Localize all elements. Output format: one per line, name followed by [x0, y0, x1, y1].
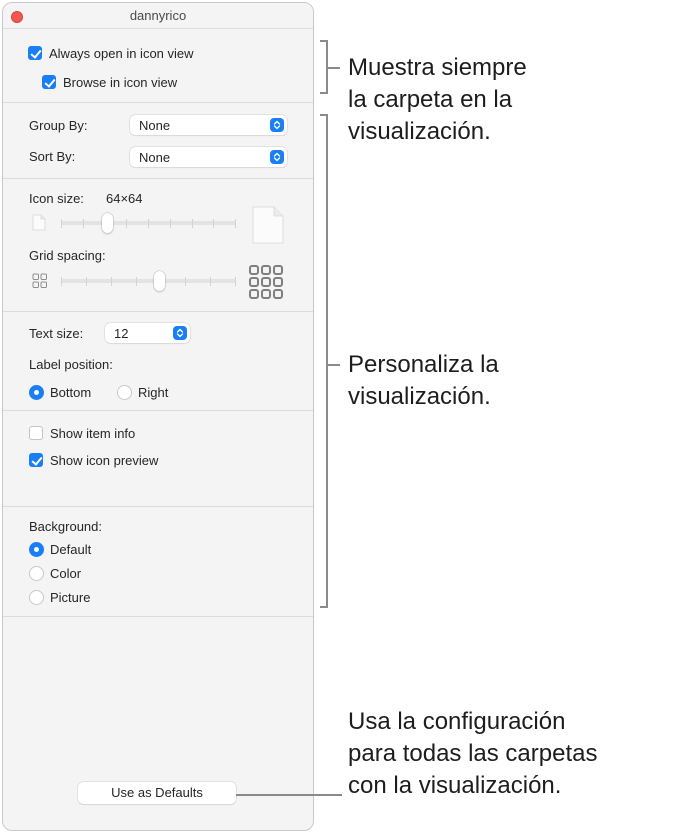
slider-tick — [170, 219, 171, 228]
divider — [3, 616, 313, 617]
window-title: dannyrico — [129, 8, 187, 23]
grid-spacing-slider[interactable] — [61, 271, 236, 291]
slider-tick — [83, 219, 84, 228]
divider — [3, 410, 313, 411]
browse-icon-view-label: Browse in icon view — [63, 75, 178, 90]
use-as-defaults-button[interactable]: Use as Defaults — [78, 782, 236, 804]
divider — [3, 311, 313, 312]
picture-background-radio[interactable] — [29, 590, 44, 605]
bracket-top-pointer — [326, 67, 340, 69]
divider — [3, 178, 313, 179]
slider-tick — [148, 219, 149, 228]
slider-tick — [111, 277, 112, 286]
callout-always-open: Muestra siempre la carpeta en la visuali… — [348, 54, 527, 145]
slider-tick — [235, 277, 236, 286]
bracket-middle-vertical — [326, 114, 328, 608]
sort-by-value: None — [139, 150, 171, 165]
large-document-icon — [252, 206, 284, 244]
small-document-icon — [32, 214, 46, 231]
browse-icon-view-checkbox[interactable] — [42, 75, 56, 89]
right-radio[interactable] — [117, 385, 132, 400]
bracket-top-cap — [320, 92, 328, 94]
callout-customize: Personaliza la visualización. — [348, 351, 499, 410]
slider-tick — [136, 277, 137, 286]
bottom-callout-line — [236, 794, 342, 796]
text-size-value: 12 — [114, 326, 129, 341]
divider — [3, 102, 313, 103]
bracket-middle-cap — [320, 606, 328, 608]
show-icon-preview-label: Show icon preview — [50, 453, 159, 468]
picture-background-label: Picture — [50, 590, 91, 605]
text-size-label: Text size: — [29, 326, 84, 341]
icon-size-label: Icon size: — [29, 191, 84, 206]
callout-use-defaults: Usa la configuración para todas las carp… — [348, 708, 598, 799]
slider-thumb[interactable] — [154, 271, 165, 291]
slider-tick — [61, 277, 62, 286]
default-background-radio[interactable] — [29, 542, 44, 557]
show-item-info-checkbox[interactable] — [29, 426, 43, 440]
bottom-radio[interactable] — [29, 385, 44, 400]
up-down-arrows-icon — [270, 118, 284, 132]
color-background-label: Color — [50, 566, 82, 581]
slider-tick — [61, 219, 62, 228]
slider-thumb[interactable] — [102, 213, 113, 233]
default-background-label: Default — [50, 542, 92, 557]
slider-tick — [213, 219, 214, 228]
slider-tick — [192, 219, 193, 228]
slider-tick — [210, 277, 211, 286]
show-item-info-label: Show item info — [50, 426, 136, 441]
group-by-label: Group By: — [29, 118, 88, 133]
always-open-label: Always open in icon view — [49, 46, 194, 61]
background-label: Background: — [29, 519, 102, 534]
right-radio-label: Right — [138, 385, 169, 400]
divider — [3, 506, 313, 507]
grid-spacing-label: Grid spacing: — [29, 248, 106, 263]
title-bar: dannyrico — [3, 3, 313, 29]
up-down-arrows-icon — [173, 326, 187, 340]
view-options-window: dannyrico Always open in icon view Brows… — [2, 2, 314, 831]
bracket-middle-pointer — [326, 364, 340, 366]
large-grid-icon — [249, 265, 283, 299]
bottom-radio-label: Bottom — [50, 385, 92, 400]
always-open-checkbox[interactable] — [28, 46, 42, 60]
icon-size-slider[interactable] — [61, 213, 236, 233]
small-grid-icon — [32, 273, 47, 288]
show-icon-preview-checkbox[interactable] — [29, 453, 43, 467]
icon-size-value: 64×64 — [106, 191, 143, 206]
label-position-label: Label position: — [29, 357, 113, 372]
slider-tick — [235, 219, 236, 228]
sort-by-label: Sort By: — [29, 149, 76, 164]
text-size-select[interactable]: 12 — [105, 323, 190, 343]
slider-tick — [185, 277, 186, 286]
group-by-value: None — [139, 118, 171, 133]
slider-tick — [86, 277, 87, 286]
slider-tick — [126, 219, 127, 228]
up-down-arrows-icon — [270, 150, 284, 164]
color-background-radio[interactable] — [29, 566, 44, 581]
sort-by-select[interactable]: None — [130, 147, 287, 167]
group-by-select[interactable]: None — [130, 115, 287, 135]
